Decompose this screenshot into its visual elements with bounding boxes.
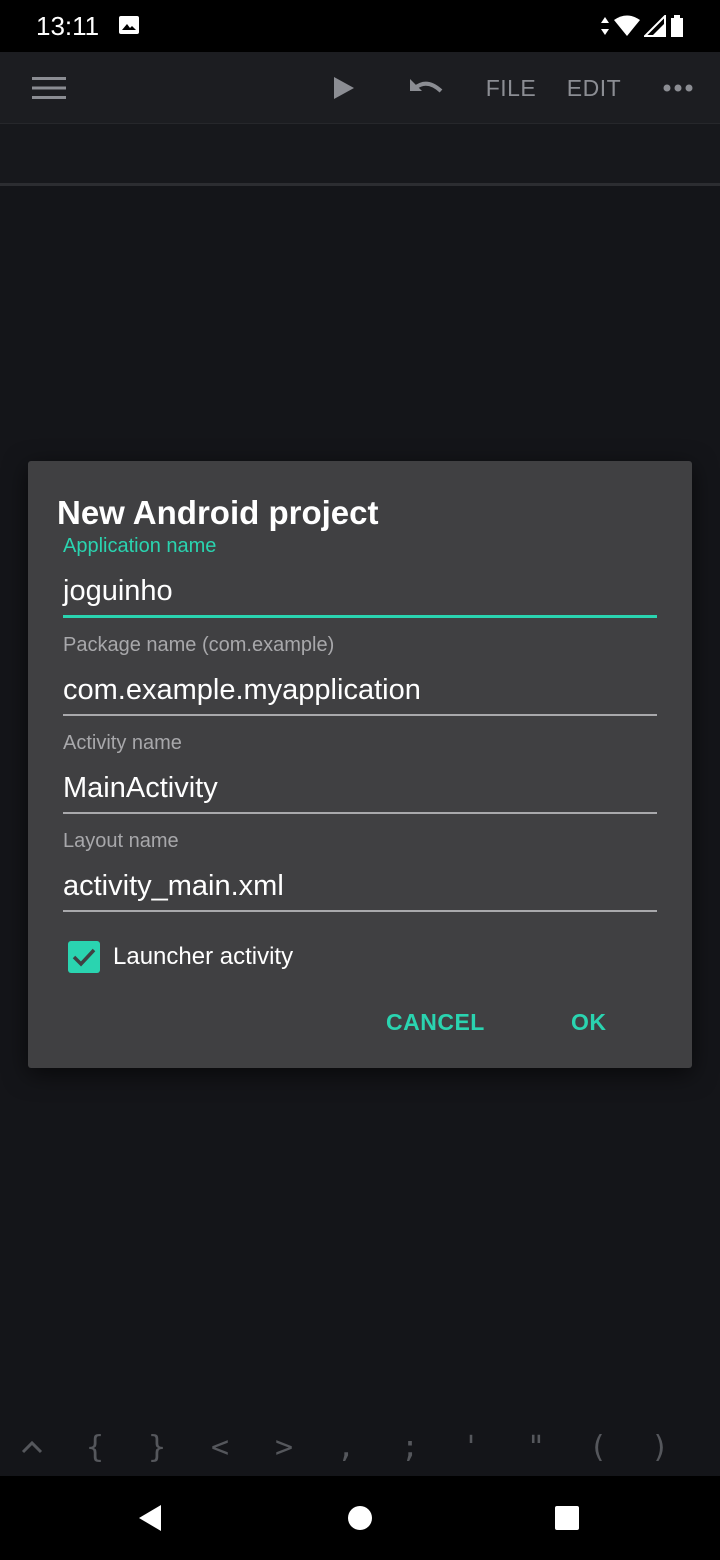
launcher-activity-option[interactable]: Launcher activity [68,940,293,974]
status-time: 13:11 [36,11,100,41]
overflow-menu-button[interactable] [654,52,702,124]
symbol-key[interactable]: , [326,1418,366,1476]
symbol-bar: { } < > , ; ' " ( ) [0,1418,720,1476]
run-button[interactable] [318,52,370,124]
symbol-key[interactable]: > [264,1418,304,1476]
symbol-key[interactable]: " [516,1418,556,1476]
recents-square-icon [555,1506,579,1530]
expand-keyboard-button[interactable] [12,1418,52,1476]
launcher-activity-checkbox[interactable] [68,941,100,973]
application-name-input[interactable]: joguinho [63,567,657,615]
edit-menu-button[interactable]: EDIT [560,52,628,124]
menu-button[interactable] [20,52,78,124]
ok-button[interactable]: OK [571,1009,607,1036]
symbol-key[interactable]: ) [640,1418,680,1476]
activity-name-underline [63,812,657,814]
activity-name-label: Activity name [63,732,182,754]
cancel-button[interactable]: CANCEL [386,1009,485,1036]
symbol-key[interactable]: } [137,1418,177,1476]
image-notification-icon [119,16,139,34]
activity-name-field[interactable]: Activity name MainActivity [63,730,657,814]
app-root: 13:11 FILE EDIT {} < > , ; ' " () New … [0,0,720,1560]
data-arrows-icon [601,17,609,35]
package-name-input[interactable]: com.example.myapplication [63,666,657,714]
recents-button[interactable] [537,1476,597,1560]
launcher-activity-label: Launcher activity [113,943,294,970]
layout-name-field[interactable]: Layout name activity_main.xml [63,828,657,912]
package-name-label: Package name (com.example) [63,634,335,656]
application-name-field[interactable]: Application name joguinho [63,533,657,618]
home-button[interactable] [330,1476,390,1560]
symbol-key[interactable]: { [75,1418,115,1476]
file-menu-button[interactable]: FILE [476,52,546,124]
new-project-dialog: New Android project Application name jog… [28,461,692,1068]
back-triangle-icon [139,1505,161,1531]
cell-signal-icon [644,15,666,37]
activity-name-input[interactable]: MainActivity [63,764,657,812]
symbol-key[interactable]: ; [390,1418,430,1476]
wifi-icon [614,15,640,36]
edit-menu-label: EDIT [566,74,622,101]
dialog-title: New Android project [57,494,379,531]
chevron-up-icon [21,1440,43,1454]
home-circle-icon [348,1506,372,1530]
file-menu-label: FILE [485,74,537,101]
play-icon [334,77,354,99]
symbol-key[interactable]: ' [451,1418,491,1476]
undo-button[interactable] [400,52,452,124]
layout-name-label: Layout name [63,830,179,852]
more-dots-icon [663,84,693,92]
layout-name-underline [63,910,657,912]
layout-name-input[interactable]: activity_main.xml [63,862,657,910]
battery-icon [671,15,683,37]
package-name-field[interactable]: Package name (com.example) com.example.m… [63,632,657,716]
symbol-key[interactable]: < [200,1418,240,1476]
file-tab-bar [0,124,720,186]
toolbar: FILE EDIT [0,52,720,124]
hamburger-menu-icon [32,77,66,99]
checkmark-icon [72,948,96,967]
symbol-key[interactable]: ( [578,1418,618,1476]
status-bar: 13:11 [0,0,720,52]
application-name-label: Application name [63,535,217,557]
navigation-bar [0,1476,720,1560]
application-name-underline [63,615,657,618]
package-name-underline [63,714,657,716]
status-icons [600,14,684,38]
back-button[interactable] [120,1476,180,1560]
undo-icon [410,79,443,93]
